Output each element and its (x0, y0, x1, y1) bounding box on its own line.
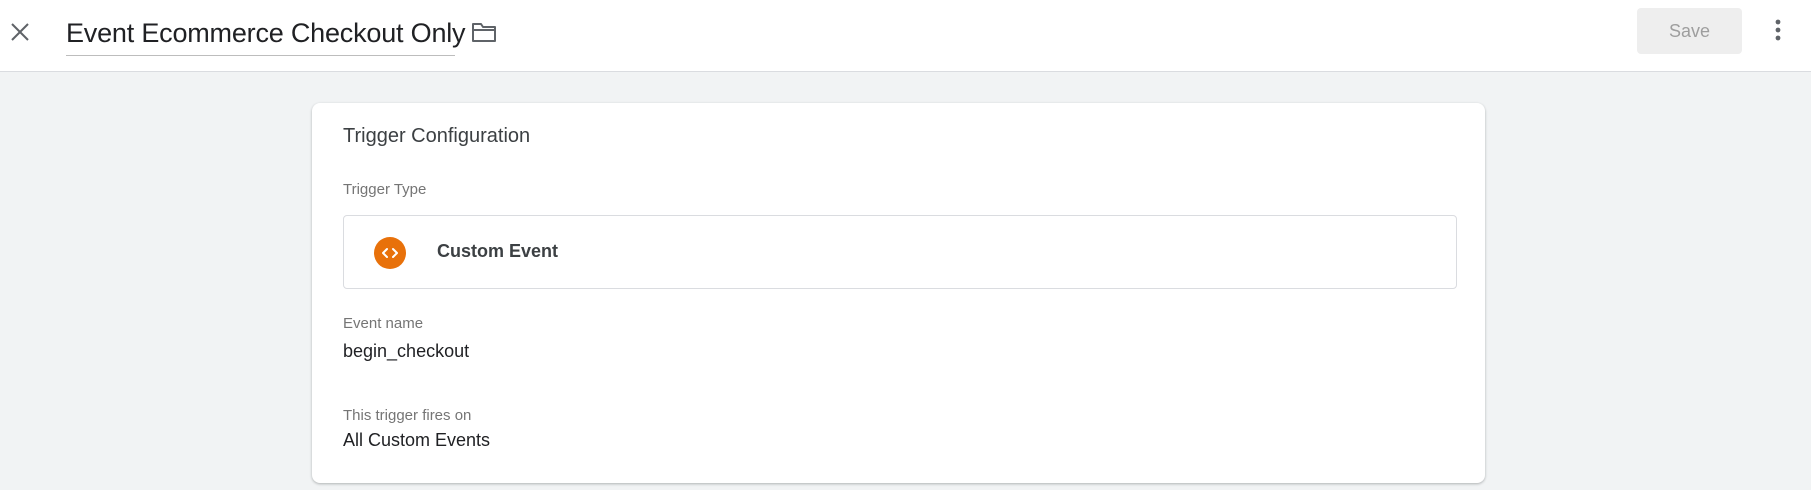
trigger-type-label: Trigger Type (343, 181, 427, 198)
card-title: Trigger Configuration (343, 125, 531, 147)
fires-on-label: This trigger fires on (343, 407, 472, 424)
trigger-configuration-card: Trigger Configuration Trigger Type Custo… (312, 103, 1485, 483)
fires-on-value: All Custom Events (343, 430, 491, 450)
more-options-button[interactable] (1762, 10, 1794, 50)
custom-event-icon (374, 237, 406, 269)
top-bar: Event Ecommerce Checkout Only Save (0, 0, 1811, 72)
close-button[interactable] (0, 12, 40, 52)
event-name-value: begin_checkout (343, 341, 470, 361)
trigger-type-value: Custom Event (437, 241, 559, 261)
folder-button[interactable] (468, 16, 500, 48)
trigger-name-text: Event Ecommerce Checkout Only (66, 18, 466, 48)
save-button[interactable]: Save (1637, 8, 1742, 54)
folder-icon (472, 23, 496, 42)
trigger-name-field[interactable]: Event Ecommerce Checkout Only (66, 12, 466, 56)
trigger-type-selector[interactable]: Custom Event (343, 215, 1457, 289)
close-icon (11, 23, 29, 41)
more-vert-icon (1775, 19, 1781, 41)
event-name-label: Event name (343, 315, 424, 332)
